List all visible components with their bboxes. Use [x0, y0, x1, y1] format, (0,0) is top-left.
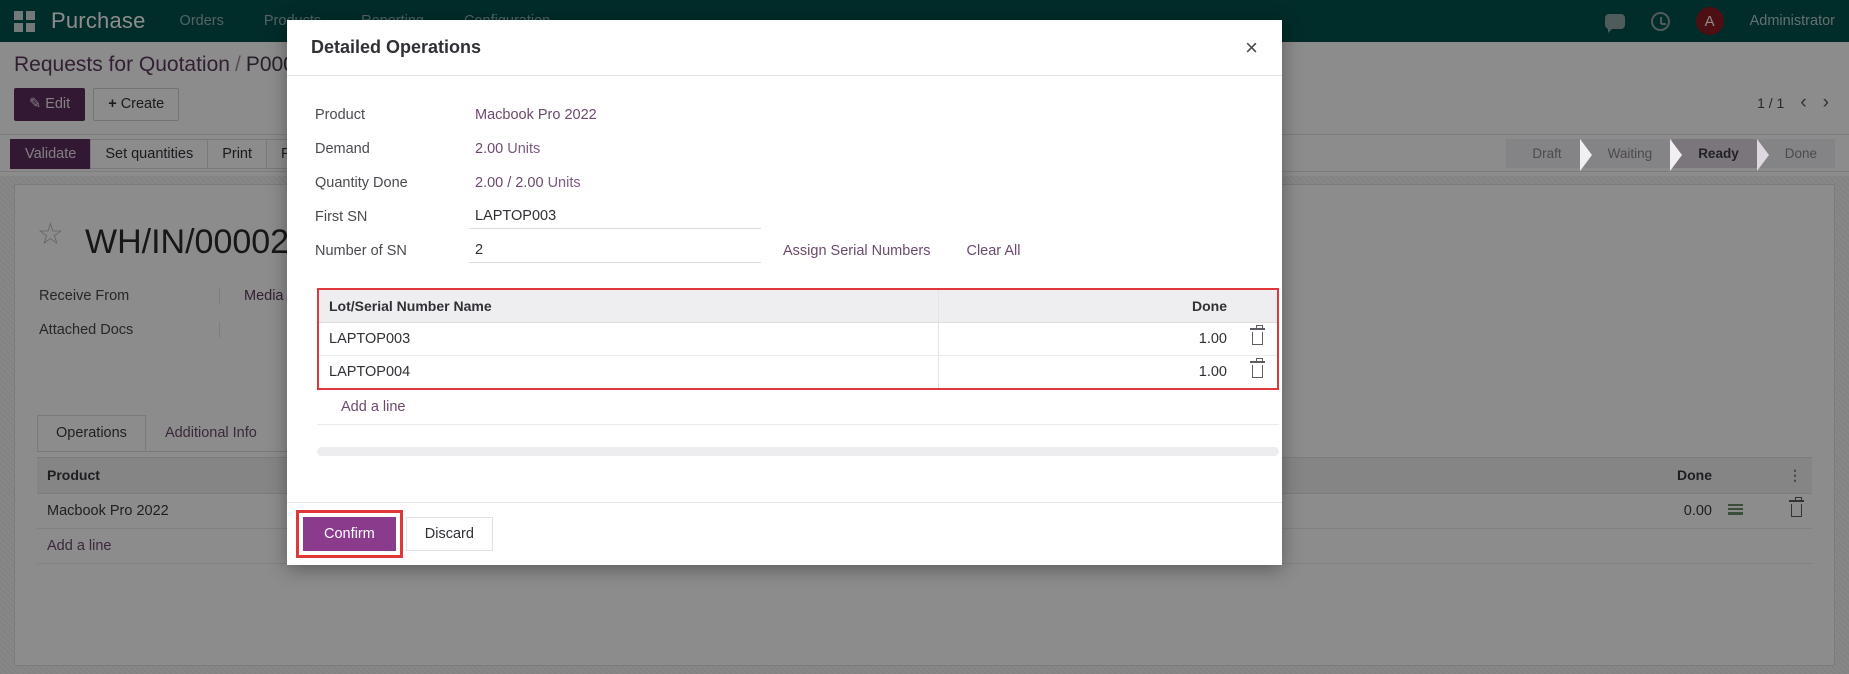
dialog-header: Detailed Operations × — [287, 20, 1282, 76]
row-delete-button[interactable] — [1237, 323, 1277, 355]
field-value-demand: 2.00 Units — [461, 138, 540, 157]
cell-lot-serial-name[interactable]: LAPTOP004 — [319, 356, 939, 388]
table-row[interactable]: LAPTOP004 1.00 — [319, 356, 1277, 388]
dialog-footer: Confirm Discard — [287, 502, 1282, 565]
trash-icon[interactable] — [1252, 332, 1263, 345]
quantity-done-unit: Units — [548, 175, 581, 191]
row-delete-button[interactable] — [1237, 356, 1277, 388]
dialog-title: Detailed Operations — [311, 37, 481, 58]
field-label-quantity-done: Quantity Done — [303, 172, 461, 191]
add-a-line-button[interactable]: Add a line — [317, 390, 1279, 425]
field-first-sn: First SN — [303, 206, 1266, 240]
cell-done[interactable]: 1.00 — [939, 323, 1237, 355]
dialog-body: Product Macbook Pro 2022 Demand 2.00 Uni… — [287, 76, 1282, 502]
odoo-purchase-app: Purchase Orders Products Reporting Confi… — [0, 0, 1849, 674]
column-header-actions — [1237, 290, 1277, 322]
field-value-quantity-done: 2.00 / 2.00 Units — [461, 172, 581, 191]
field-demand: Demand 2.00 Units — [303, 138, 1266, 172]
field-label-first-sn: First SN — [303, 206, 461, 225]
column-header-lot-serial-number-name: Lot/Serial Number Name — [319, 290, 939, 322]
first-sn-input[interactable] — [469, 206, 761, 229]
serial-numbers-table: Lot/Serial Number Name Done LAPTOP003 1.… — [317, 288, 1279, 390]
horizontal-scrollbar[interactable] — [317, 447, 1279, 456]
clear-all-link[interactable]: Clear All — [966, 243, 1020, 259]
discard-button[interactable]: Discard — [406, 517, 493, 551]
field-number-of-sn: Number of SN Assign Serial Numbers Clear… — [303, 240, 1266, 274]
cell-lot-serial-name[interactable]: LAPTOP003 — [319, 323, 939, 355]
close-icon[interactable]: × — [1245, 37, 1258, 59]
field-label-product: Product — [303, 104, 461, 123]
serial-numbers-table-header: Lot/Serial Number Name Done — [319, 290, 1277, 323]
column-header-done: Done — [939, 290, 1237, 322]
field-label-demand: Demand — [303, 138, 461, 157]
quantity-done-value: 2.00 / 2.00 — [475, 175, 544, 191]
field-product: Product Macbook Pro 2022 — [303, 104, 1266, 138]
assign-serial-numbers-link[interactable]: Assign Serial Numbers — [783, 243, 930, 259]
cell-done[interactable]: 1.00 — [939, 356, 1237, 388]
confirm-button[interactable]: Confirm — [303, 517, 396, 551]
sn-action-links: Assign Serial Numbers Clear All — [783, 240, 1020, 259]
table-row[interactable]: LAPTOP003 1.00 — [319, 323, 1277, 356]
trash-icon[interactable] — [1252, 365, 1263, 378]
number-of-sn-input[interactable] — [469, 240, 761, 263]
field-label-number-of-sn: Number of SN — [303, 240, 461, 259]
field-quantity-done: Quantity Done 2.00 / 2.00 Units — [303, 172, 1266, 206]
dialog-form: Product Macbook Pro 2022 Demand 2.00 Uni… — [303, 104, 1266, 274]
demand-quantity: 2.00 — [475, 141, 503, 157]
field-value-product[interactable]: Macbook Pro 2022 — [461, 104, 597, 123]
detailed-operations-dialog: Detailed Operations × Product Macbook Pr… — [287, 20, 1282, 565]
demand-unit: Units — [507, 141, 540, 157]
